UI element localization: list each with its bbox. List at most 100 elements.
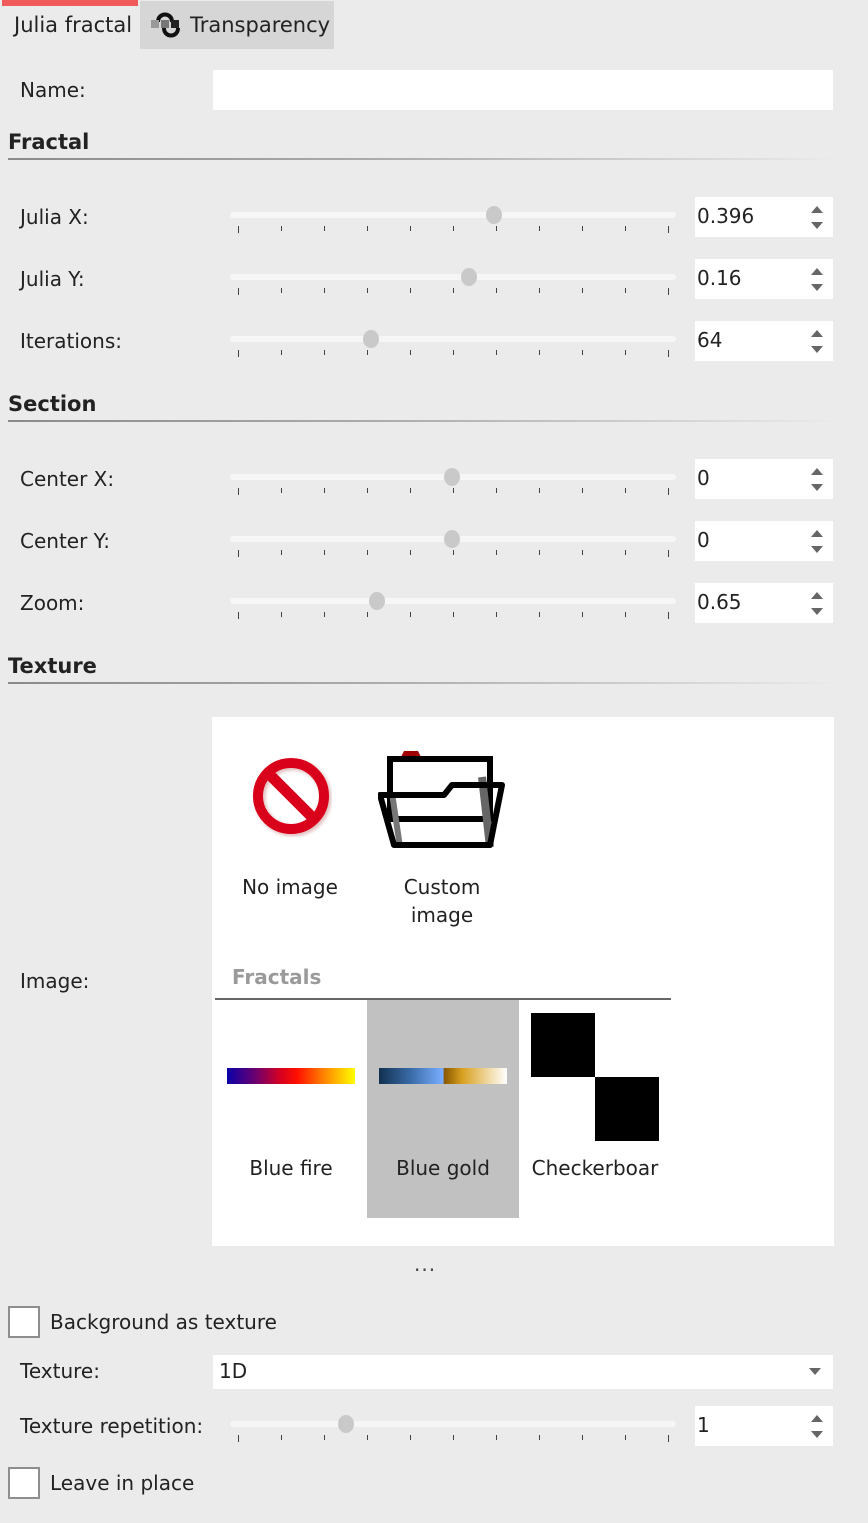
slider-tick	[410, 226, 411, 231]
slider-tick	[582, 226, 583, 231]
slider-thumb[interactable]	[338, 1415, 355, 1433]
slider-tick	[668, 226, 669, 233]
spinbox-value: 1	[697, 1413, 710, 1437]
select-value: 1D	[219, 1359, 248, 1383]
slider-thumb[interactable]	[368, 592, 385, 610]
slider-thumb[interactable]	[444, 468, 461, 486]
julia-y-spinbox[interactable]: 0.16	[695, 259, 833, 299]
slider-tick	[281, 550, 282, 555]
image-option-custom-image[interactable]: Custom image	[366, 717, 518, 947]
center-y-slider[interactable]	[230, 526, 676, 557]
image-option-blue-fire[interactable]: Blue fire	[215, 1000, 367, 1218]
slider-tick	[582, 350, 583, 355]
slider-tick	[453, 226, 454, 231]
tile-label: Custom image	[403, 875, 481, 927]
slider-tick	[324, 226, 325, 231]
slider-tick	[238, 612, 239, 619]
texture-repetition-spinbox[interactable]: 1	[695, 1406, 833, 1446]
center-y-spinbox[interactable]: 0	[695, 521, 833, 561]
center-x-spinbox[interactable]: 0	[695, 459, 833, 499]
spin-up-icon[interactable]	[811, 206, 823, 213]
slider-thumb[interactable]	[460, 268, 477, 286]
spin-up-icon[interactable]	[811, 330, 823, 337]
spin-down-icon[interactable]	[811, 546, 823, 553]
section-heading-texture: Texture	[8, 654, 97, 678]
background-as-texture-checkbox[interactable]	[8, 1306, 40, 1338]
spin-up-icon[interactable]	[811, 530, 823, 537]
spinbox-value: 0.396	[697, 204, 755, 228]
tile-label: No image	[242, 875, 338, 899]
slider-tick	[367, 612, 368, 617]
spin-down-icon[interactable]	[811, 484, 823, 491]
spin-down-icon[interactable]	[811, 1431, 823, 1438]
zoom-spinbox[interactable]: 0.65	[695, 583, 833, 623]
group-heading-fractals: Fractals	[232, 965, 322, 989]
background-as-texture-label[interactable]: Background as texture	[50, 1310, 277, 1334]
slider-tick	[324, 550, 325, 555]
slider-tick	[453, 612, 454, 617]
tile-label: Blue gold	[396, 1156, 490, 1180]
slider-tick	[367, 1435, 368, 1440]
spinbox-value: 0.16	[697, 266, 742, 290]
iterations-slider[interactable]	[230, 326, 676, 357]
slider-tick	[367, 550, 368, 555]
slider-thumb[interactable]	[485, 206, 502, 224]
spin-up-icon[interactable]	[811, 1415, 823, 1422]
julia-y-label: Julia Y:	[20, 267, 85, 291]
leave-in-place-label[interactable]: Leave in place	[50, 1471, 194, 1495]
slider-tick	[410, 612, 411, 617]
no-entry-icon	[253, 758, 332, 837]
slider-track[interactable]	[230, 274, 676, 280]
slider-tick	[496, 550, 497, 555]
image-label: Image:	[20, 969, 90, 993]
name-input[interactable]	[213, 70, 833, 110]
slider-tick	[238, 288, 239, 295]
spin-up-icon[interactable]	[811, 592, 823, 599]
julia-x-slider[interactable]	[230, 202, 676, 234]
slider-tick	[582, 288, 583, 293]
slider-tick	[582, 488, 583, 493]
image-option-no-image[interactable]: No image	[214, 717, 366, 947]
slider-tick	[281, 488, 282, 493]
slider-tick	[496, 1435, 497, 1440]
slider-tick	[625, 288, 626, 293]
zoom-slider[interactable]	[230, 588, 676, 619]
image-picker: No image Custom image Fractals Blue fire…	[212, 717, 834, 1246]
spin-up-icon[interactable]	[811, 268, 823, 275]
image-option-blue-gold[interactable]: Blue gold	[367, 1000, 519, 1218]
spin-down-icon[interactable]	[811, 608, 823, 615]
slider-tick	[625, 488, 626, 493]
slider-track[interactable]	[230, 336, 676, 342]
slider-thumb[interactable]	[363, 330, 380, 348]
section-divider	[8, 420, 838, 422]
slider-tick	[367, 226, 368, 231]
spin-down-icon[interactable]	[811, 346, 823, 353]
julia-y-slider[interactable]	[230, 264, 676, 295]
texture-select[interactable]: 1D	[213, 1355, 833, 1389]
tab-label: Julia fractal	[14, 13, 133, 37]
center-y-label: Center Y:	[20, 529, 110, 553]
slider-track[interactable]	[230, 212, 676, 218]
slider-ticks	[238, 226, 669, 234]
julia-x-spinbox[interactable]: 0.396	[695, 197, 833, 237]
more-button[interactable]: ...	[414, 1252, 436, 1276]
image-option-checkerboard[interactable]: Checkerboar	[519, 1000, 671, 1218]
slider-tick	[625, 350, 626, 355]
center-x-slider[interactable]	[230, 464, 676, 495]
tab-transparency[interactable]: Transparency	[140, 1, 334, 49]
iterations-spinbox[interactable]: 64	[695, 321, 833, 361]
texture-repetition-slider[interactable]	[230, 1411, 676, 1442]
spin-down-icon[interactable]	[811, 222, 823, 229]
tab-julia-fractal[interactable]: Julia fractal	[0, 0, 138, 50]
slider-track[interactable]	[230, 1421, 676, 1427]
spin-down-icon[interactable]	[811, 284, 823, 291]
slider-track[interactable]	[230, 598, 676, 604]
leave-in-place-checkbox[interactable]	[8, 1467, 40, 1499]
spin-up-icon[interactable]	[811, 468, 823, 475]
section-heading-fractal: Fractal	[8, 130, 90, 154]
spinbox-value: 64	[697, 328, 723, 352]
slider-tick	[582, 612, 583, 617]
slider-tick	[539, 612, 540, 617]
slider-thumb[interactable]	[444, 530, 461, 548]
slider-tick	[539, 488, 540, 493]
